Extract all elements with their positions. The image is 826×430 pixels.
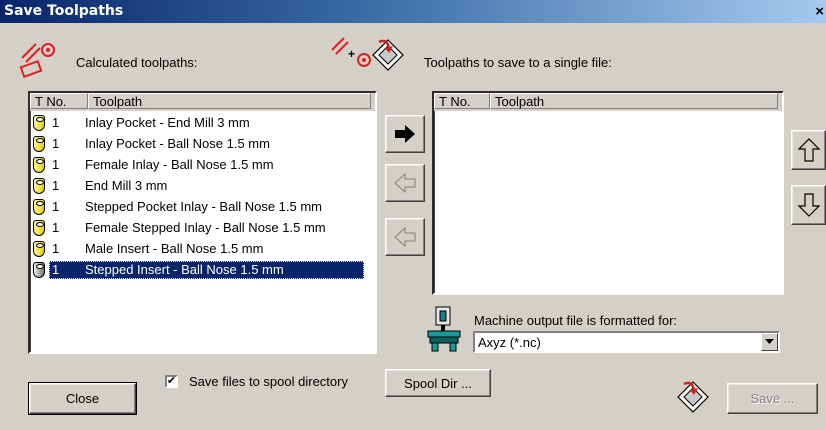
dropdown-arrow-icon[interactable] [761, 333, 778, 351]
toolpath-name: Male Insert - Ball Nose 1.5 mm [85, 241, 264, 256]
toolpath-tno: 1 [52, 115, 60, 130]
toolpath-name: Inlay Pocket - Ball Nose 1.5 mm [85, 136, 270, 151]
spool-checkbox-label[interactable]: Save files to spool directory [189, 374, 348, 389]
toolpath-row[interactable]: 1 Male Insert - Ball Nose 1.5 mm [32, 239, 370, 259]
tool-bit-icon [33, 241, 45, 257]
column-header-tno[interactable]: T No. [30, 93, 88, 109]
toolpath-name: Stepped Pocket Inlay - Ball Nose 1.5 mm [85, 199, 323, 214]
tool-bit-icon [33, 157, 45, 173]
save-disk-icon [677, 381, 709, 413]
toolpath-name: Stepped Insert - Ball Nose 1.5 mm [85, 262, 284, 277]
toolpath-row[interactable]: 1 Inlay Pocket - End Mill 3 mm [32, 113, 370, 133]
close-window-icon[interactable]: × [815, 3, 824, 20]
toolpath-row[interactable]: 1 Inlay Pocket - Ball Nose 1.5 mm [32, 134, 370, 154]
arrow-up-icon [797, 138, 820, 162]
calculated-toolpaths-list[interactable]: T No. Toolpath 1 Inlay Pocket - End Mill … [28, 91, 377, 354]
machine-icon [427, 306, 461, 352]
toolpath-tno: 1 [52, 136, 60, 151]
arrow-right-icon [395, 125, 415, 143]
toolpath-name: Female Stepped Inlay - Ball Nose 1.5 mm [85, 220, 326, 235]
check-mark-icon: ✔ [166, 375, 177, 387]
toolpath-tno: 1 [52, 262, 60, 277]
tool-bit-icon [33, 178, 45, 194]
add-toolpaths-icon: + [331, 37, 371, 67]
toolpath-row[interactable]: 1 Female Stepped Inlay - Ball Nose 1.5 mm [32, 218, 370, 238]
list-header: T No. Toolpath [30, 93, 375, 111]
list-header: T No. Toolpath [434, 93, 782, 111]
toolpath-tno: 1 [52, 199, 60, 214]
toolpaths-to-save-label: Toolpaths to save to a single file: [424, 55, 612, 70]
spool-checkbox[interactable]: ✔ [165, 375, 178, 388]
toolpath-row[interactable]: 1 End Mill 3 mm [32, 176, 370, 196]
add-to-save-button[interactable] [385, 115, 425, 153]
column-header-toolpath[interactable]: Toolpath [88, 93, 371, 109]
svg-text:+: + [348, 47, 355, 61]
arrow-left-icon [394, 227, 416, 247]
title-bar[interactable]: Save Toolpaths × [0, 0, 826, 23]
toolpaths-to-save-list[interactable]: T No. Toolpath [432, 91, 784, 295]
remove-all-button[interactable] [385, 218, 425, 256]
toolpath-tno: 1 [52, 178, 60, 193]
toolpath-row[interactable]: 1 Stepped Pocket Inlay - Ball Nose 1.5 mm [32, 197, 370, 217]
column-header-tno[interactable]: T No. [434, 93, 490, 109]
machine-format-label: Machine output file is formatted for: [474, 313, 678, 328]
toolpath-name: End Mill 3 mm [85, 178, 168, 193]
save-button[interactable]: Save ... [727, 383, 818, 414]
toolpath-row[interactable]: 1 Stepped Insert - Ball Nose 1.5 mm [32, 260, 370, 280]
tool-bit-icon [33, 136, 45, 152]
tool-bit-icon [33, 199, 45, 215]
toolpath-tno: 1 [52, 157, 60, 172]
close-button[interactable]: Close [28, 382, 137, 415]
calculated-toolpaths-label: Calculated toolpaths: [76, 55, 198, 70]
arrow-down-icon [797, 193, 820, 217]
move-down-button[interactable] [791, 185, 826, 225]
toolpaths-icon [19, 43, 55, 78]
save-button-label: Save ... [750, 391, 795, 406]
close-button-label: Close [65, 391, 100, 406]
floppy-disk-icon [372, 39, 404, 71]
machine-format-value: Axyz (*.nc) [478, 335, 541, 350]
toolpath-name: Female Inlay - Ball Nose 1.5 mm [85, 157, 274, 172]
tool-bit-icon [33, 115, 45, 131]
toolpath-tno: 1 [52, 241, 60, 256]
tool-bit-icon [33, 220, 45, 236]
arrow-left-icon [394, 173, 416, 193]
move-up-button[interactable] [791, 130, 826, 170]
toolpath-name: Inlay Pocket - End Mill 3 mm [85, 115, 250, 130]
toolpath-tno: 1 [52, 220, 60, 235]
spool-dir-button-label: Spool Dir ... [404, 375, 472, 391]
spool-dir-button[interactable]: Spool Dir ... [385, 369, 491, 397]
machine-format-dropdown[interactable]: Axyz (*.nc) [473, 331, 780, 353]
toolpath-row[interactable]: 1 Female Inlay - Ball Nose 1.5 mm [32, 155, 370, 175]
tool-bit-icon [33, 262, 45, 278]
column-header-toolpath[interactable]: Toolpath [490, 93, 778, 109]
remove-from-save-button[interactable] [385, 164, 425, 202]
window-title: Save Toolpaths [4, 3, 124, 19]
